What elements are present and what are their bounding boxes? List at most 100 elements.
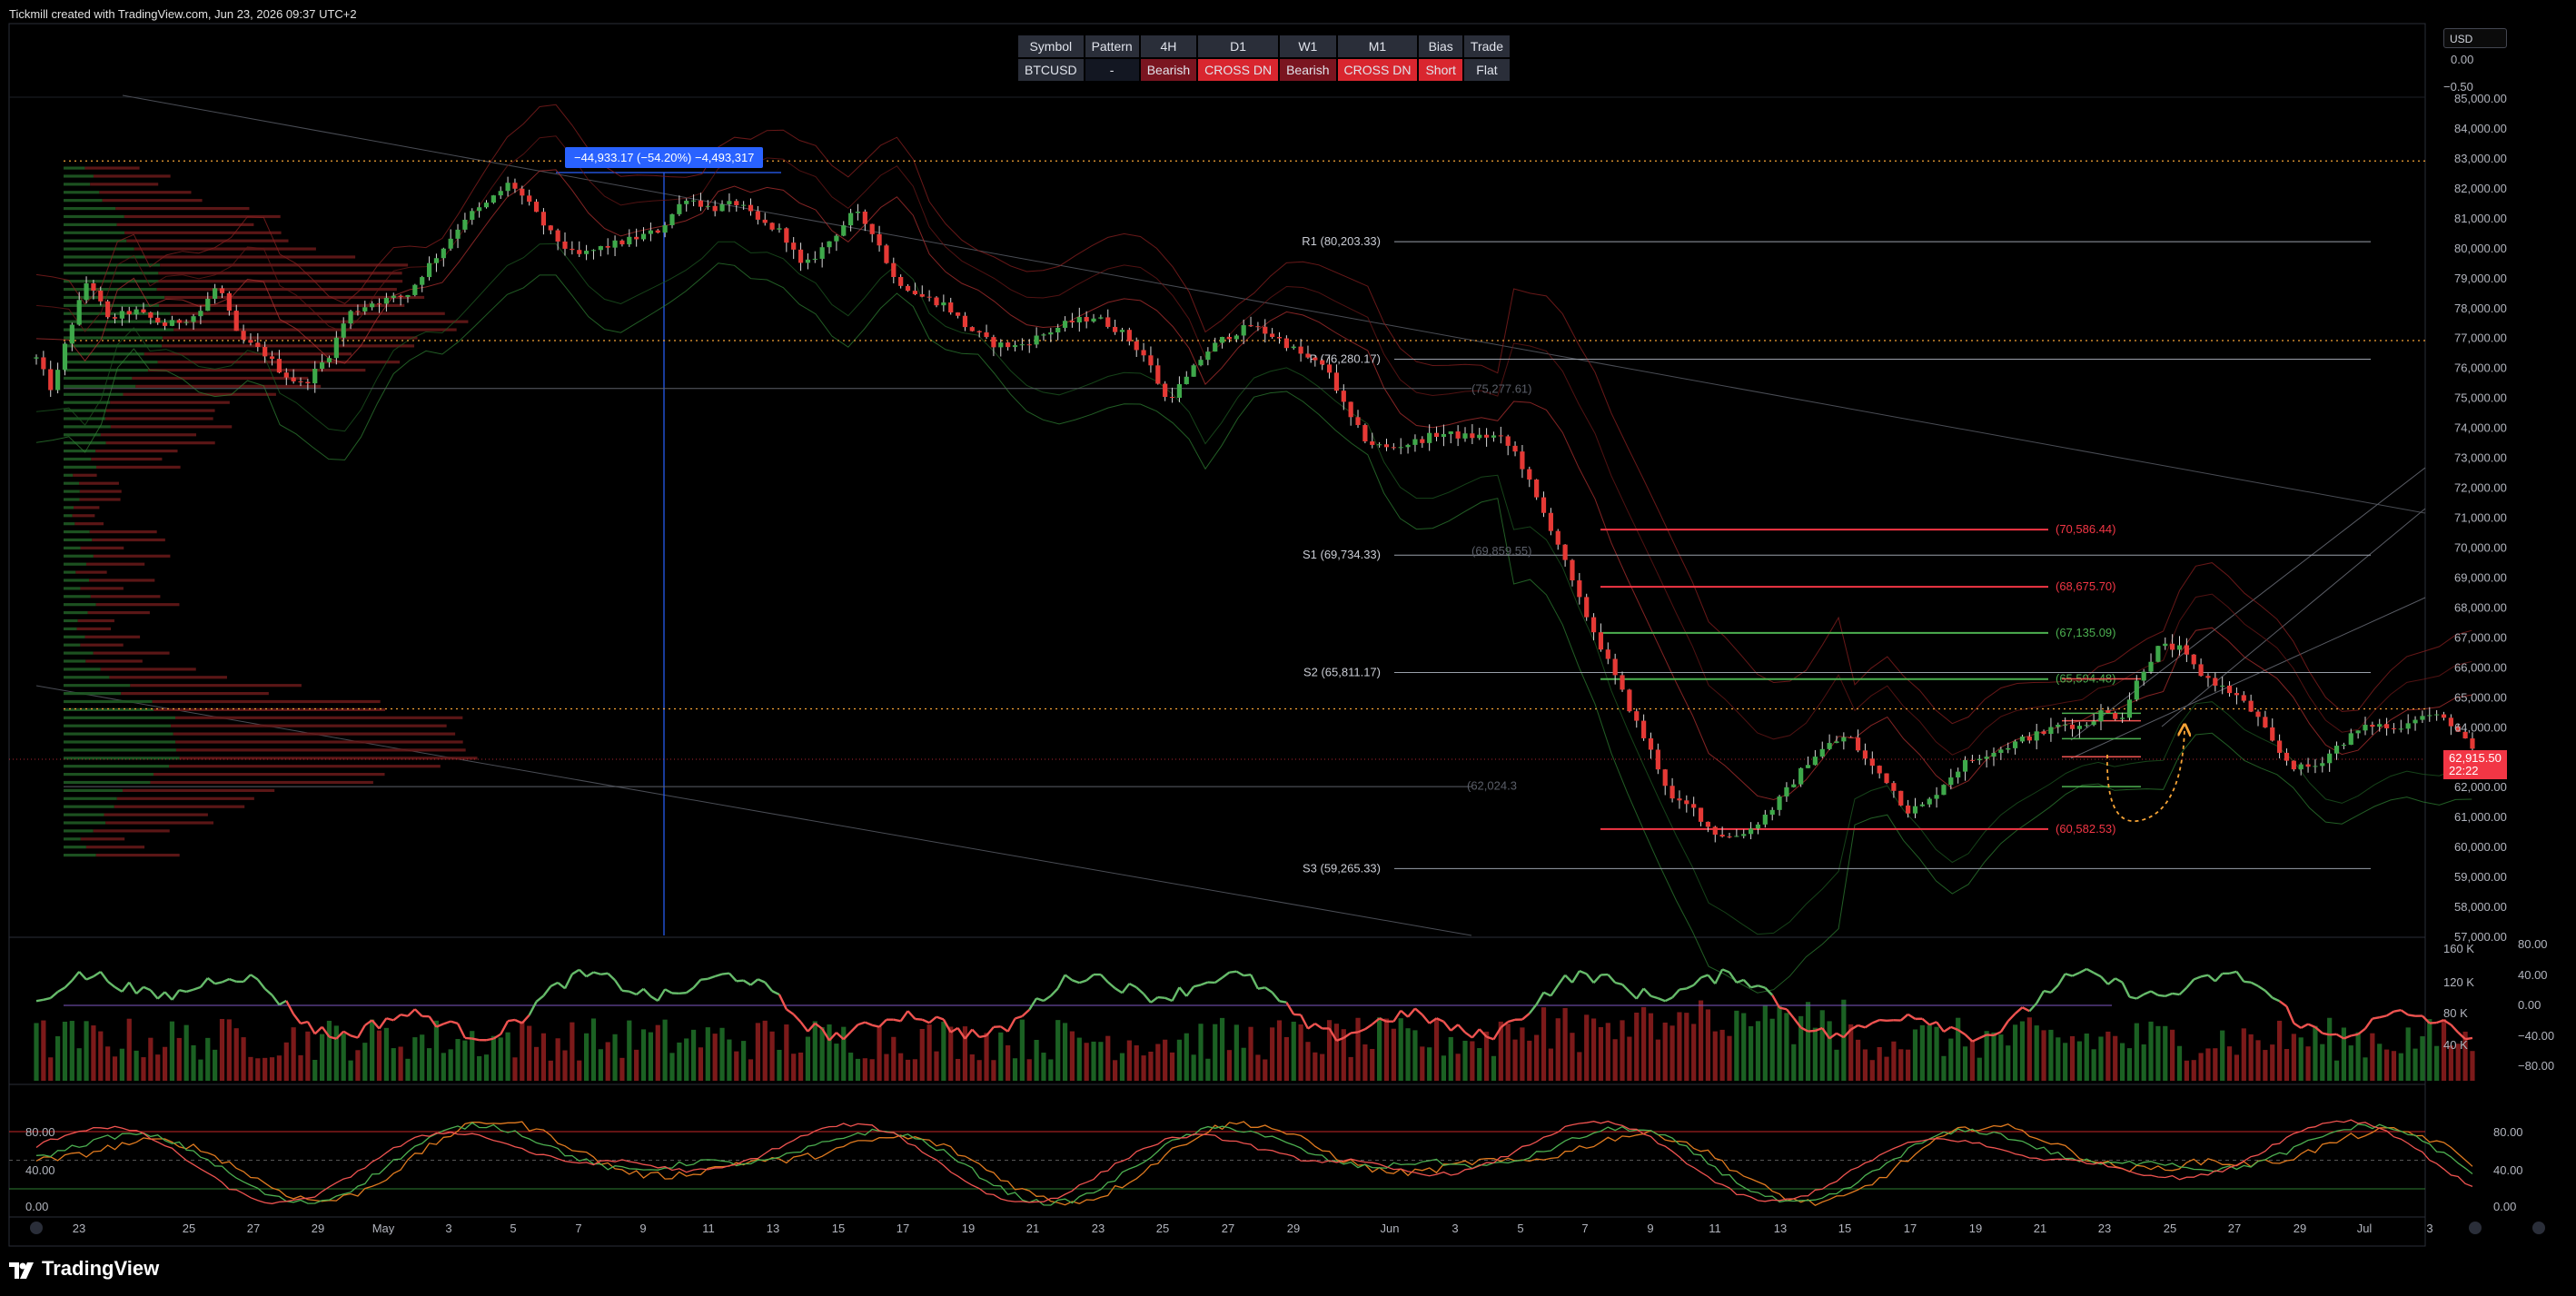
volume-bar [1433,1019,1440,1081]
oscillator-line [2351,1033,2359,1037]
volume-bar [2383,1049,2390,1081]
volume-bar [333,1025,339,1081]
candle-body [2241,695,2246,701]
volume-bar [1841,999,1847,1081]
oscillator-line [1257,986,1265,990]
oscillator-line [679,991,687,994]
oscillator-axis-tick: −80.00 [2518,1059,2554,1073]
volume-bar [162,1046,168,1081]
volume-profile-sell [132,376,309,381]
volume-profile-sell [79,490,122,493]
price-axis-tick: 83,000.00 [2454,152,2507,165]
price-axis-tick: 85,000.00 [2454,92,2507,105]
volume-profile-sell [104,813,208,816]
volume-bar [1320,1054,1325,1081]
candle-body [1169,397,1175,399]
candle-body [1877,766,1882,774]
volume-profile-sell [110,425,233,429]
candle-body [976,331,982,332]
volume-bar [855,1058,861,1081]
candle-body [1470,433,1475,439]
volume-bar [584,1033,590,1081]
candle-body [1491,435,1497,438]
oscillator-line [2372,1016,2380,1020]
volume-bar [512,1057,518,1081]
currency-selector[interactable]: USD [2443,28,2507,48]
candle-body [2184,645,2189,655]
candle-body [1605,649,1610,659]
candle-body [1006,342,1011,348]
candle-body [1855,737,1861,751]
candle-body [69,324,74,344]
volume-profile-sell [110,401,230,404]
candle-body [1777,796,1782,810]
candle-body [2069,724,2076,729]
oscillator-line [507,1018,516,1023]
volume-bar [2098,1036,2104,1081]
volume-bar [2291,1034,2296,1081]
volume-profile-sell [135,384,322,388]
volume-profile-buy [64,716,176,719]
signal-table-row: BTCUSD - Bearish CROSS DN Bearish CROSS … [1018,59,1510,81]
volume-profile-sell [124,231,282,234]
volume-bar [348,1060,353,1081]
measure-label[interactable]: −44,933.17 (−54.20%) −4,493,317 [565,147,764,168]
candle-body [684,201,689,204]
volume-profile-sell [134,247,316,251]
candle-body [1041,334,1046,336]
candle-body [1791,784,1797,787]
volume-bar [1412,1030,1418,1081]
oscillator-line [2393,1009,2402,1013]
volume-profile-buy [64,788,124,792]
volume-bar [441,1053,446,1081]
volume-bar [69,1021,74,1081]
candle-body [540,212,547,226]
volume-bar [1734,1010,1739,1081]
volume-bar [105,1046,111,1081]
volume-bar [1034,1040,1039,1081]
volume-bar [1548,1048,1553,1081]
volume-bar [1305,1042,1311,1081]
volume-bar [998,1032,1004,1081]
volume-bar [505,1032,510,1081]
candle-body [777,228,782,230]
volume-bar [798,1052,804,1081]
volume-bar [891,1036,897,1081]
volume-bar [305,1031,311,1081]
volume-bar [1805,1002,1811,1081]
volume-bar [677,1042,682,1081]
candle-body [2234,693,2240,696]
candle-body [291,377,296,381]
volume-bar [2255,1040,2261,1081]
candle-body [2363,725,2368,731]
volume-bar [819,1027,825,1081]
stoch-axis-tick-right: 80.00 [2493,1125,2523,1139]
candle-body [1984,757,1989,759]
volume-profile-buy [64,295,165,300]
candle-body [320,361,325,370]
tradingview-logo[interactable]: TradingView [9,1257,159,1281]
volume-bar [934,1051,939,1081]
volume-profile-sell [148,368,366,372]
volume-bar [2220,1030,2225,1081]
volume-bar [1255,1054,1261,1081]
volume-profile-buy [64,199,103,203]
volume-profile-buy [64,595,91,599]
volume-bar [627,1020,632,1081]
volume-bar [1677,1012,1682,1081]
volume-bar [2313,1025,2318,1081]
volume-bar [1984,1031,1989,1081]
header-d1: D1 [1198,35,1279,57]
volume-profile-buy [64,191,100,194]
candle-body [1455,431,1461,439]
volume-bar [1570,1033,1575,1081]
candle-body [241,331,246,341]
candle-body [2377,724,2383,727]
candle-body [1784,787,1789,796]
volume-profile-buy [64,223,117,226]
volume-bar [741,1041,747,1081]
volume-bar [1234,1024,1239,1081]
volume-bar [2069,1035,2076,1081]
price-chart[interactable]: R1 (80,203.33)P (76,280.17)S1 (69,734.33… [0,0,2576,1296]
volume-profile-buy [64,174,94,178]
